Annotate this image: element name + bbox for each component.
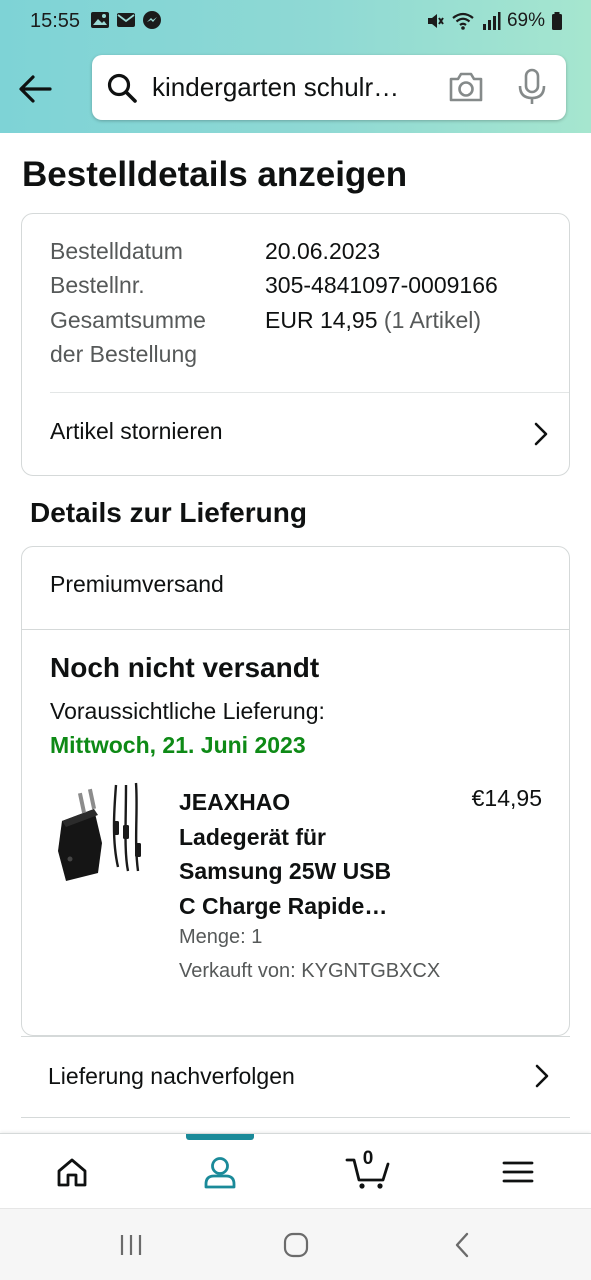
product-title-line: Samsung 25W USB — [179, 858, 392, 884]
recent-apps-icon — [120, 1235, 142, 1255]
product-title-link[interactable]: JEAXHAO Ladegerät für Samsung 25W USB C … — [179, 785, 419, 923]
order-number-value: 305-4841097-0009166 — [265, 272, 498, 298]
order-total-label-line2: der Bestellung — [50, 341, 198, 367]
recent-apps-button[interactable] — [111, 1227, 151, 1263]
order-date-value: 20.06.2023 — [265, 238, 381, 264]
home-circle-icon — [283, 1232, 309, 1258]
order-number-label: Bestellnr. — [50, 272, 145, 298]
shipping-method: Premiumversand — [50, 571, 224, 597]
product-title-line: Ladegerät für — [179, 823, 326, 850]
back-arrow-icon — [19, 75, 52, 103]
home-button[interactable] — [276, 1227, 316, 1263]
system-nav-bar — [0, 1208, 591, 1280]
menu-icon — [502, 1161, 534, 1182]
product-seller: Verkauft von: KYGNTGBXCX — [179, 960, 441, 982]
cancel-items-label: Artikel stornieren — [50, 418, 223, 444]
delivery-section-title: Details zur Lieferung — [30, 497, 307, 528]
mute-icon — [427, 14, 444, 28]
product-quantity: Menge: 1 — [179, 926, 263, 948]
order-total-label-line1: Gesamtsumme — [50, 307, 206, 333]
status-bar: 15:55 69% — [0, 0, 591, 42]
system-back-button[interactable] — [442, 1227, 482, 1263]
account-icon — [204, 1156, 236, 1188]
back-button[interactable] — [16, 70, 54, 108]
mail-icon — [117, 13, 135, 27]
search-icon — [107, 73, 137, 103]
bottom-nav: 0 — [0, 1133, 591, 1208]
notification-icons — [90, 10, 162, 30]
order-date-label: Bestelldatum — [50, 238, 183, 264]
charger-image — [58, 782, 141, 881]
nav-menu[interactable] — [468, 1134, 568, 1209]
eta-label: Voraussichtliche Lieferung: — [50, 698, 325, 724]
eta-date: Mittwoch, 21. Juni 2023 — [50, 732, 306, 758]
shipment-status: Noch nicht versandt — [50, 652, 320, 683]
card-divider — [22, 629, 569, 630]
mic-icon[interactable] — [516, 68, 548, 106]
order-summary-card: Bestelldatum 20.06.2023 Bestellnr. 305-4… — [21, 213, 570, 476]
chevron-right-icon — [535, 1064, 549, 1088]
delivery-card: Premiumversand Noch nicht versandt Vorau… — [21, 546, 570, 1036]
camera-icon[interactable] — [447, 70, 485, 104]
product-title-line: C Charge Rapide… — [179, 892, 388, 919]
product-title-line: JEAXHAO — [179, 789, 291, 815]
chevron-right-icon — [534, 422, 548, 446]
system-status: 69% — [425, 10, 563, 32]
header-bar: 15:55 69% kindergarten schulr… — [0, 0, 591, 133]
battery-percent: 69% — [506, 10, 545, 31]
battery-icon — [552, 12, 562, 30]
nav-account[interactable] — [170, 1134, 270, 1209]
page-title: Bestelldetails anzeigen — [22, 155, 408, 194]
product-image[interactable] — [54, 781, 144, 889]
order-total-amount: EUR 14,95 — [265, 307, 378, 333]
messenger-icon — [143, 11, 161, 29]
status-time: 15:55 — [30, 10, 81, 32]
track-delivery-link[interactable]: Lieferung nachverfolgen — [21, 1036, 570, 1118]
signal-icon — [482, 12, 501, 30]
search-query: kindergarten schulr… — [152, 72, 400, 102]
order-total-value: EUR 14,95 (1 Artikel) — [265, 303, 481, 337]
search-input[interactable]: kindergarten schulr… — [92, 55, 566, 120]
wifi-icon — [452, 12, 474, 30]
system-back-icon — [455, 1232, 469, 1258]
gallery-icon — [91, 12, 109, 28]
cancel-items-link[interactable]: Artikel stornieren — [22, 393, 569, 476]
cart-count: 0 — [362, 1148, 374, 1169]
product-price: €14,95 — [471, 785, 542, 811]
home-icon — [57, 1158, 87, 1186]
order-item-count: (1 Artikel) — [383, 307, 482, 333]
nav-cart[interactable]: 0 — [318, 1134, 418, 1209]
nav-home[interactable] — [22, 1134, 122, 1209]
track-delivery-label: Lieferung nachverfolgen — [48, 1063, 295, 1089]
